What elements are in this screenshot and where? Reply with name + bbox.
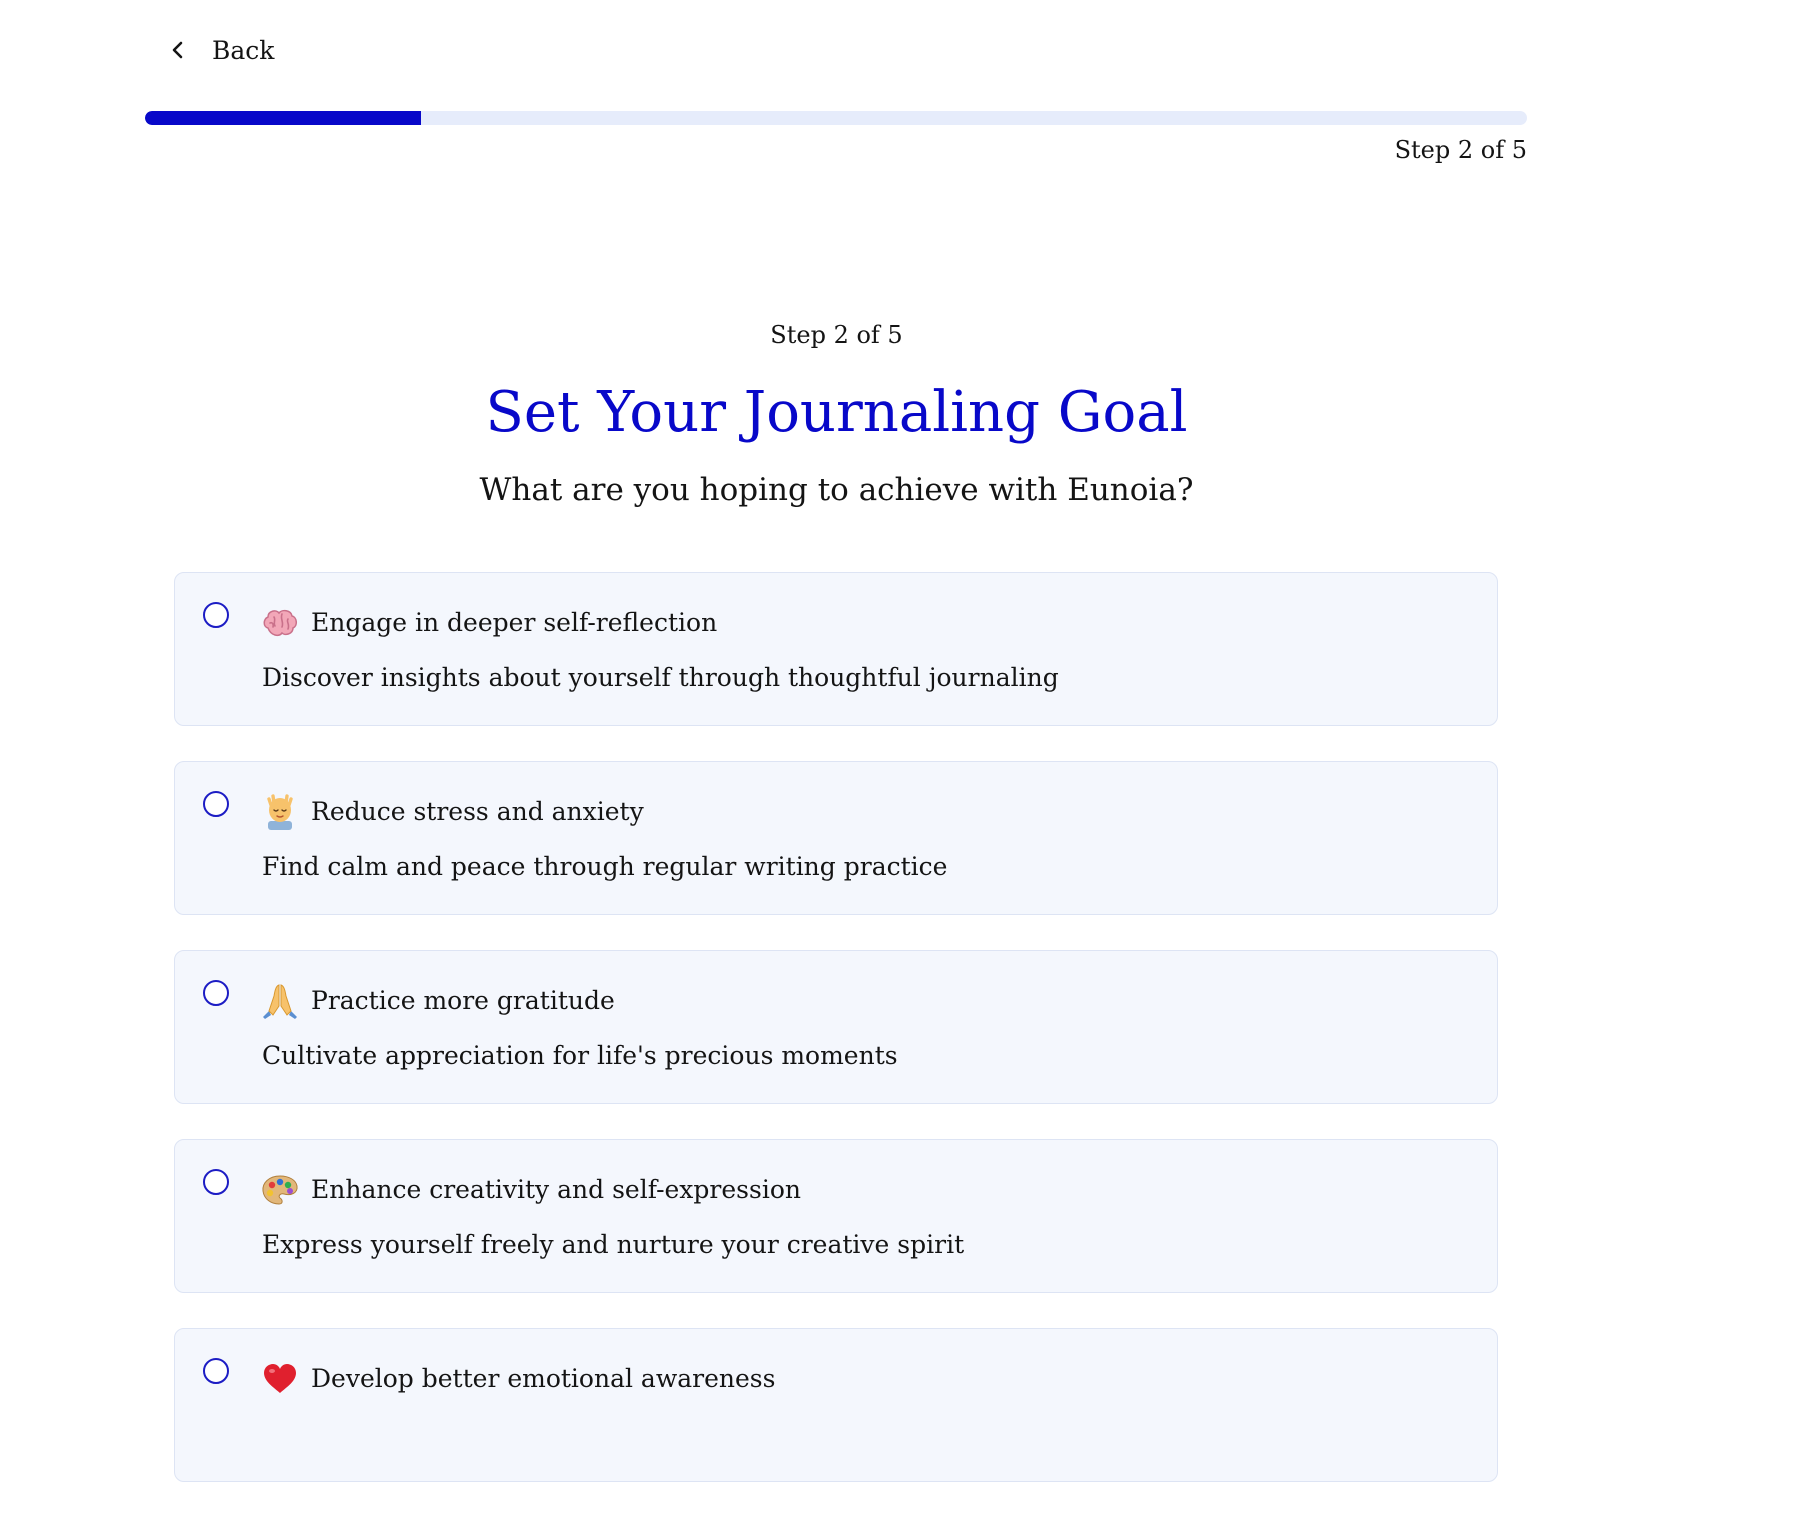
option-description: Discover insights about yourself through… [262, 663, 1059, 692]
option-description: Find calm and peace through regular writ… [262, 852, 948, 881]
goal-option-gratitude[interactable]: Practice more gratitude Cultivate apprec… [174, 950, 1498, 1104]
page-subtitle: What are you hoping to achieve with Euno… [479, 472, 1194, 508]
back-button[interactable]: Back [170, 30, 274, 70]
option-title: Reduce stress and anxiety [311, 797, 644, 826]
goal-option-self-reflection[interactable]: Engage in deeper self-reflection Discove… [174, 572, 1498, 726]
chevron-left-icon [170, 40, 186, 60]
option-title: Develop better emotional awareness [311, 1364, 776, 1393]
option-description: Express yourself freely and nurture your… [262, 1230, 965, 1259]
radio-button[interactable] [203, 1169, 229, 1195]
goal-option-reduce-stress[interactable]: Reduce stress and anxiety Find calm and … [174, 761, 1498, 915]
face-massage-emoji-icon [261, 793, 299, 831]
radio-button[interactable] [203, 1358, 229, 1384]
radio-button[interactable] [203, 602, 229, 628]
option-title: Enhance creativity and self-expression [311, 1175, 801, 1204]
goal-options-list: Engage in deeper self-reflection Discove… [174, 572, 1498, 1517]
option-title: Practice more gratitude [311, 986, 615, 1015]
step-indicator: Step 2 of 5 [770, 321, 903, 349]
option-description: Cultivate appreciation for life's precio… [262, 1041, 898, 1070]
goal-option-creativity[interactable]: Enhance creativity and self-expression E… [174, 1139, 1498, 1293]
progress-bar-fill [145, 111, 422, 125]
progress-step-label: Step 2 of 5 [1394, 136, 1527, 164]
page-title: Set Your Journaling Goal [485, 380, 1188, 445]
red-heart-emoji-icon [261, 1360, 299, 1398]
radio-button[interactable] [203, 980, 229, 1006]
artist-palette-emoji-icon [261, 1171, 299, 1209]
back-label: Back [212, 35, 275, 65]
brain-emoji-icon [261, 604, 299, 642]
option-title: Engage in deeper self-reflection [311, 608, 718, 637]
goal-option-emotional-awareness[interactable]: Develop better emotional awareness [174, 1328, 1498, 1482]
folded-hands-emoji-icon [261, 982, 299, 1020]
radio-button[interactable] [203, 791, 229, 817]
progress-bar [145, 111, 1527, 125]
